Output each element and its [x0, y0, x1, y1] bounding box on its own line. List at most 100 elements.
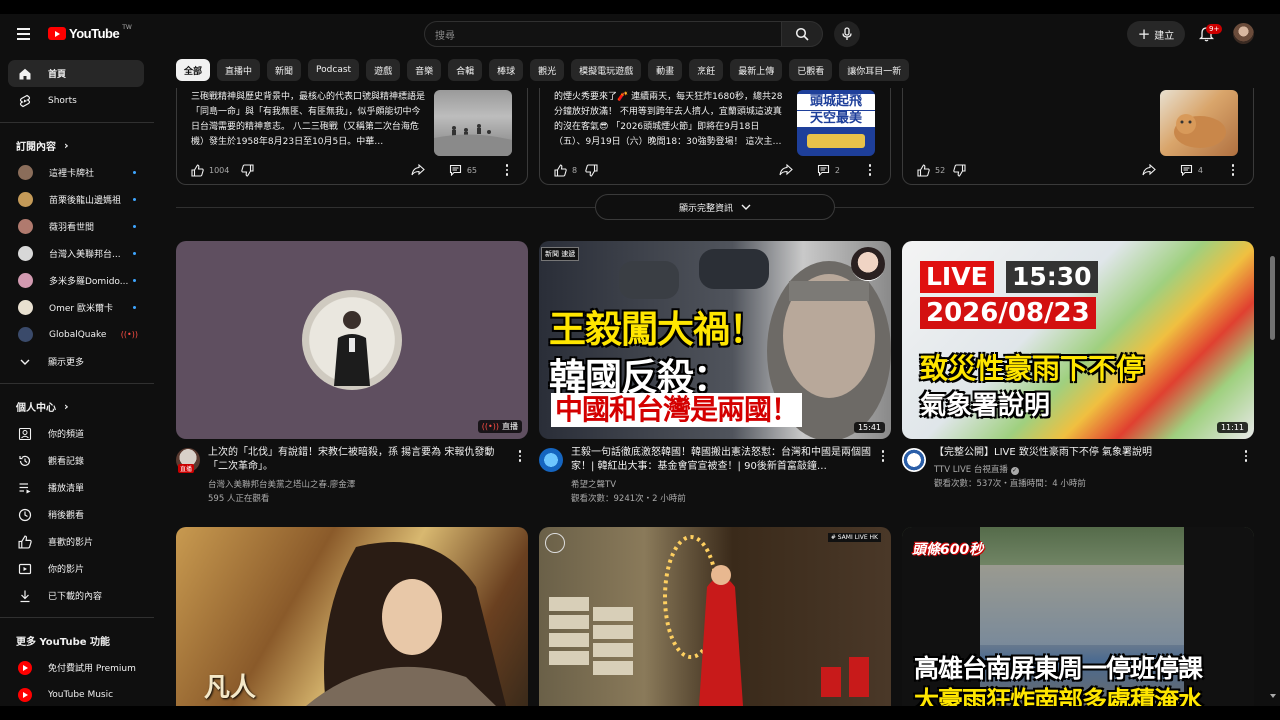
chip-filter[interactable]: 合輯 [448, 59, 483, 81]
sidebar-item-watch-later[interactable]: 稍後觀看 [8, 501, 144, 528]
like-button[interactable]: 8 [554, 163, 577, 177]
video-card[interactable]: 凡人 [176, 527, 528, 706]
youtube-logo[interactable]: YouTube TW [48, 24, 132, 41]
video-card[interactable]: # SAMI LIVE HK [539, 527, 891, 706]
share-button[interactable] [1142, 164, 1156, 176]
post-image[interactable]: 頭城起飛 天空最美 [797, 90, 875, 156]
sidebar-subscription[interactable]: 薇羽看世間 [8, 213, 144, 240]
chip-filter[interactable]: 遊戲 [366, 59, 401, 81]
sidebar-item-download[interactable]: 已下載的內容 [8, 582, 144, 609]
comments-button[interactable]: 2 [817, 164, 840, 176]
post-image[interactable] [434, 90, 512, 156]
chip-filter[interactable]: 讓你耳目一新 [839, 59, 910, 81]
chip-filter[interactable]: 新聞 [267, 59, 302, 81]
chip-filter[interactable]: 直播中 [217, 59, 261, 81]
create-button[interactable]: + 建立 [1127, 21, 1185, 47]
scroll-down-arrow[interactable] [1270, 694, 1276, 698]
comments-button[interactable]: 4 [1180, 164, 1203, 176]
sidebar-subscription[interactable]: 這裡卡牌社 [8, 159, 144, 186]
sidebar-item-playlist[interactable]: 播放清單 [8, 474, 144, 501]
channel-avatar[interactable] [902, 448, 926, 472]
chip-filter[interactable]: Podcast [308, 59, 360, 81]
page-scrollbar[interactable] [1270, 256, 1275, 340]
download-icon [18, 589, 32, 603]
video-title[interactable]: 上次的「北伐」有說錯！宋教仁被暗殺，孫 揚言要為 宋報仇發動「二次革命」。 [208, 446, 508, 474]
like-button[interactable]: 1004 [191, 163, 229, 177]
video-thumbnail[interactable]: LIVE 15:30 2026/08/23 致災性豪雨下不停 氣象署說明 11:… [902, 241, 1254, 439]
channel-avatar [18, 219, 33, 234]
sidebar-subscription[interactable]: 台灣入美聯邦台... [8, 240, 144, 267]
sidebar-subscription[interactable]: Omer 歐米爾卡 [8, 294, 144, 321]
more-actions-icon[interactable] [864, 162, 876, 178]
video-thumbnail[interactable]: ((•)) 直播 [176, 241, 528, 439]
channel-name[interactable]: TTV LIVE 台視直播 ✓ [934, 463, 1019, 475]
post-image[interactable] [1160, 90, 1238, 156]
video-card[interactable]: LIVE 15:30 2026/08/23 致災性豪雨下不停 氣象署說明 11:… [902, 241, 1254, 506]
chip-filter[interactable]: 全部 [176, 59, 211, 81]
account-avatar[interactable] [1233, 23, 1254, 44]
time-tag: 15:30 [1006, 261, 1098, 293]
video-card[interactable]: ((•)) 直播 直播 上次的「北伐」有說錯！宋教仁被暗殺，孫 揚言要為 宋報仇發… [176, 241, 528, 506]
subscriptions-heading[interactable]: 訂閱內容 › [0, 131, 154, 159]
chip-filter[interactable]: 最新上傳 [730, 59, 783, 81]
video-card[interactable]: 新聞 速遞 王毅闖大禍！ 韓國反殺： 中國和台灣是兩國！ 15:41 王毅一句話… [539, 241, 891, 506]
dislike-button[interactable] [585, 163, 598, 177]
voice-search-button[interactable] [834, 21, 860, 47]
community-post[interactable]: 的煙火秀要來了🧨 連續兩天，每天狂炸1680秒，總共28分鐘放好放滿！ 不用等到… [539, 88, 891, 185]
channel-name[interactable]: 希望之聲TV [571, 478, 616, 490]
like-button[interactable]: 52 [917, 163, 945, 177]
sidebar-show-more[interactable]: 顯示更多 [8, 348, 144, 375]
sidebar-item-your-videos[interactable]: 你的影片 [8, 555, 144, 582]
more-actions-icon[interactable] [1240, 448, 1252, 464]
chip-filter[interactable]: 動畫 [648, 59, 683, 81]
chip-filter[interactable]: 觀光 [530, 59, 565, 81]
video-thumbnail[interactable]: 凡人 [176, 527, 528, 706]
channel-avatar[interactable]: 直播 [176, 448, 200, 473]
community-post[interactable]: 52 4 [902, 88, 1254, 185]
show-more-button[interactable]: 顯示完整資訊 [595, 194, 835, 220]
chip-filter[interactable]: 模擬電玩遊戲 [571, 59, 642, 81]
share-button[interactable] [411, 164, 425, 176]
dislike-button[interactable] [241, 163, 254, 177]
video-card[interactable]: 頭條600秒 高雄台南屏東周一停班停課 大豪雨狂炸南部多處積淹水 [902, 527, 1254, 706]
share-button[interactable] [779, 164, 793, 176]
chip-filter[interactable]: 棒球 [489, 59, 524, 81]
comment-count: 65 [466, 165, 477, 175]
sidebar-subscription[interactable]: GlobalQuake ((•)) [8, 321, 144, 348]
video-thumbnail[interactable]: 新聞 速遞 王毅闖大禍！ 韓國反殺： 中國和台灣是兩國！ 15:41 [539, 241, 891, 439]
thumb-text: 氣象署說明 [920, 391, 1051, 421]
sidebar-subscription[interactable]: 多米多羅Domido... [8, 267, 144, 294]
more-actions-icon[interactable] [1227, 162, 1239, 178]
sidebar-item-home[interactable]: 首頁 [8, 60, 144, 87]
video-title[interactable]: 王毅一句話徹底激怒韓國！韓國搬出憲法怒懟：台灣和中國是兩個國家！| 韓紅出大事：… [571, 446, 871, 474]
video-title[interactable]: 【完整公開】LIVE 致災性豪雨下不停 氣象署說明 [934, 446, 1234, 460]
chip-filter[interactable]: 音樂 [407, 59, 442, 81]
sidebar-item-label: 你的影片 [48, 565, 85, 575]
chip-filter[interactable]: 烹飪 [689, 59, 724, 81]
comments-button[interactable]: 65 [449, 164, 477, 176]
video-thumbnail[interactable]: # SAMI LIVE HK [539, 527, 891, 706]
dislike-button[interactable] [953, 163, 966, 177]
more-actions-icon[interactable] [514, 448, 526, 464]
sidebar-item-history[interactable]: 觀看記錄 [8, 447, 144, 474]
search-button[interactable] [781, 21, 823, 47]
search-input[interactable]: 搜尋 [424, 21, 782, 47]
sidebar-subscription[interactable]: 苗栗後龍山邊媽祖 [8, 186, 144, 213]
community-post[interactable]: 三砲戰精神與歷史背景中，最核心的代表口號與精神標語是「同島一命」與「有我無匪、有… [176, 88, 528, 185]
you-heading[interactable]: 個人中心 › [0, 392, 154, 420]
sidebar-item-channel[interactable]: 你的頻道 [8, 420, 144, 447]
video-thumbnail[interactable]: 頭條600秒 高雄台南屏東周一停班停課 大豪雨狂炸南部多處積淹水 [902, 527, 1254, 706]
menu-icon[interactable] [14, 24, 34, 44]
thumbs-up-icon [191, 163, 204, 177]
more-actions-icon[interactable] [501, 162, 513, 178]
sidebar-item-more-feature[interactable]: 免付費試用 Premium [8, 654, 144, 681]
more-actions-icon[interactable] [877, 448, 889, 464]
sidebar-item-more-feature[interactable]: YouTube Music [8, 681, 144, 706]
channel-name[interactable]: 台灣入美聯邦台美黨之塔山之春.廖金澤 [208, 478, 355, 490]
post-image-text: 頭城起飛 [797, 94, 875, 110]
mic-icon [842, 27, 852, 40]
chip-filter[interactable]: 已觀看 [789, 59, 833, 81]
sidebar-item-shorts[interactable]: Shorts [8, 87, 144, 114]
channel-avatar[interactable] [539, 448, 563, 472]
sidebar-item-like[interactable]: 喜歡的影片 [8, 528, 144, 555]
